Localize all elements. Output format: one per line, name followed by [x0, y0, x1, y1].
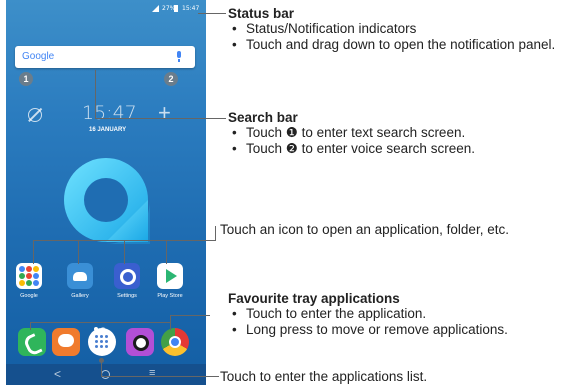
tray-leader	[170, 315, 210, 316]
favourite-tray-callout: Favourite tray applications Touch to ent…	[228, 291, 566, 338]
search-bar-leader-vertical	[95, 70, 96, 118]
bullet-item: Touch ❷ to enter voice search screen.	[228, 141, 563, 157]
favourite-tray	[6, 328, 206, 362]
app-label: Google	[20, 293, 38, 299]
icon-leader-vertical	[215, 226, 216, 241]
app-gallery[interactable]: Gallery	[63, 263, 97, 299]
alarm-off-icon[interactable]	[28, 108, 42, 122]
favourite-tray-bullets: Touch to enter the application. Long pre…	[228, 306, 566, 338]
settings-gear-icon	[114, 263, 140, 289]
bullet-item: Touch ❶ to enter text search screen.	[228, 125, 563, 141]
app-drawer-icon[interactable]	[88, 328, 116, 356]
google-folder-icon	[16, 263, 42, 289]
gallery-icon	[67, 263, 93, 289]
tray-bracket	[30, 322, 170, 323]
recent-apps-icon[interactable]: ≡	[149, 367, 155, 379]
brand-logo-icon	[62, 156, 150, 244]
favourite-tray-heading: Favourite tray applications	[228, 291, 400, 306]
status-bar-heading: Status bar	[228, 6, 295, 21]
app-play-store[interactable]: Play Store	[153, 263, 187, 299]
phone-app-icon[interactable]	[18, 328, 46, 356]
play-store-icon	[157, 263, 183, 289]
clock-time: 15:47	[82, 102, 137, 124]
app-list-callout: Touch to enter the applications list.	[220, 369, 428, 384]
search-bar-heading: Search bar	[228, 110, 298, 125]
battery-icon	[174, 5, 178, 12]
navigation-bar: < ≡	[6, 364, 206, 385]
status-bar-leader	[198, 13, 226, 14]
clock-widget[interactable]: 15:47 16 JANUARY +	[6, 100, 206, 140]
apps-bracket-tick	[33, 240, 34, 264]
google-logo: Google	[22, 51, 55, 62]
apps-bracket-tick	[124, 240, 125, 264]
bullet-item: Status/Notification indicators	[228, 21, 563, 37]
bullet-item: Touch and drag down to open the notifica…	[228, 37, 563, 53]
app-settings[interactable]: Settings	[110, 263, 144, 299]
status-bar-bullets: Status/Notification indicators Touch and…	[228, 21, 563, 53]
status-time: 15:47	[182, 5, 200, 12]
search-bar-callout: Search bar Touch ❶ to enter text search …	[228, 110, 563, 157]
phone-screen: 27% 15:47 Google 1 2 15:47 16 JANUARY +	[6, 0, 206, 385]
search-bar-bullets: Touch ❶ to enter text search screen. Tou…	[228, 125, 563, 157]
icon-callout: Touch an icon to open an application, fo…	[220, 222, 509, 237]
app-list-leader	[101, 376, 219, 377]
camera-app-icon[interactable]	[126, 328, 154, 356]
apps-bracket-tick	[166, 240, 167, 264]
app-label: Gallery	[71, 293, 89, 299]
back-button-icon[interactable]: <	[54, 367, 61, 381]
app-google-folder[interactable]: Google	[12, 263, 46, 299]
tray-bracket-tick	[30, 322, 31, 330]
search-bar-leader	[95, 118, 226, 119]
marker-1: 1	[19, 72, 33, 86]
bullet-item: Long press to move or remove application…	[228, 322, 566, 338]
signal-icon	[152, 5, 159, 12]
home-button-icon[interactable]	[101, 370, 110, 379]
status-bar-callout: Status bar Status/Notification indicator…	[228, 6, 563, 53]
tray-leader-vertical	[170, 315, 171, 323]
clock-date: 16 JANUARY	[89, 127, 127, 133]
app-list-leader-dot	[99, 358, 104, 363]
status-bar[interactable]: 27% 15:47	[6, 0, 206, 18]
tray-bracket-tick	[170, 322, 171, 330]
chrome-app-icon[interactable]	[161, 328, 189, 356]
apps-bracket	[33, 240, 166, 241]
mic-icon[interactable]	[177, 51, 181, 62]
marker-2: 2	[164, 72, 178, 86]
add-icon[interactable]: +	[158, 100, 171, 126]
app-label: Settings	[117, 293, 137, 299]
icon-leader	[166, 240, 216, 241]
bullet-item: Touch to enter the application.	[228, 306, 566, 322]
search-bar[interactable]: Google	[15, 46, 195, 68]
messages-app-icon[interactable]	[52, 328, 80, 356]
app-label: Play Store	[157, 293, 183, 299]
apps-bracket-tick	[78, 240, 79, 264]
